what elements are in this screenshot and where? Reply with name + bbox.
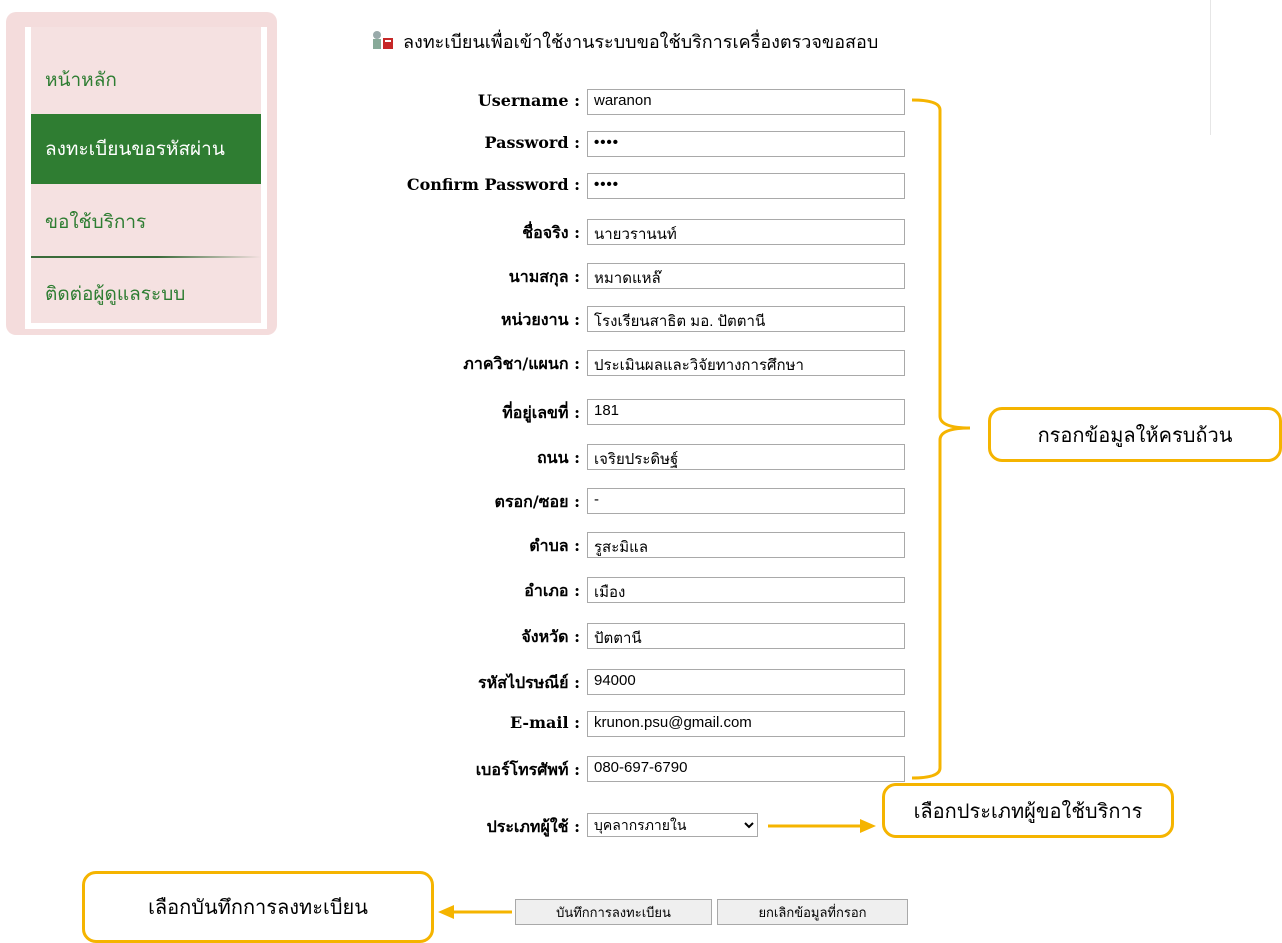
callout-choose-type: เลือกประเภทผู้ขอใช้บริการ: [882, 783, 1174, 838]
callout-fill-all: กรอกข้อมูลให้ครบถ้วน: [988, 407, 1282, 462]
callout-choose-save: เลือกบันทึกการลงทะเบียน: [82, 871, 434, 943]
save-arrow-head: [438, 905, 454, 919]
type-arrow-head: [860, 819, 876, 833]
bracket-shape: [911, 98, 971, 780]
